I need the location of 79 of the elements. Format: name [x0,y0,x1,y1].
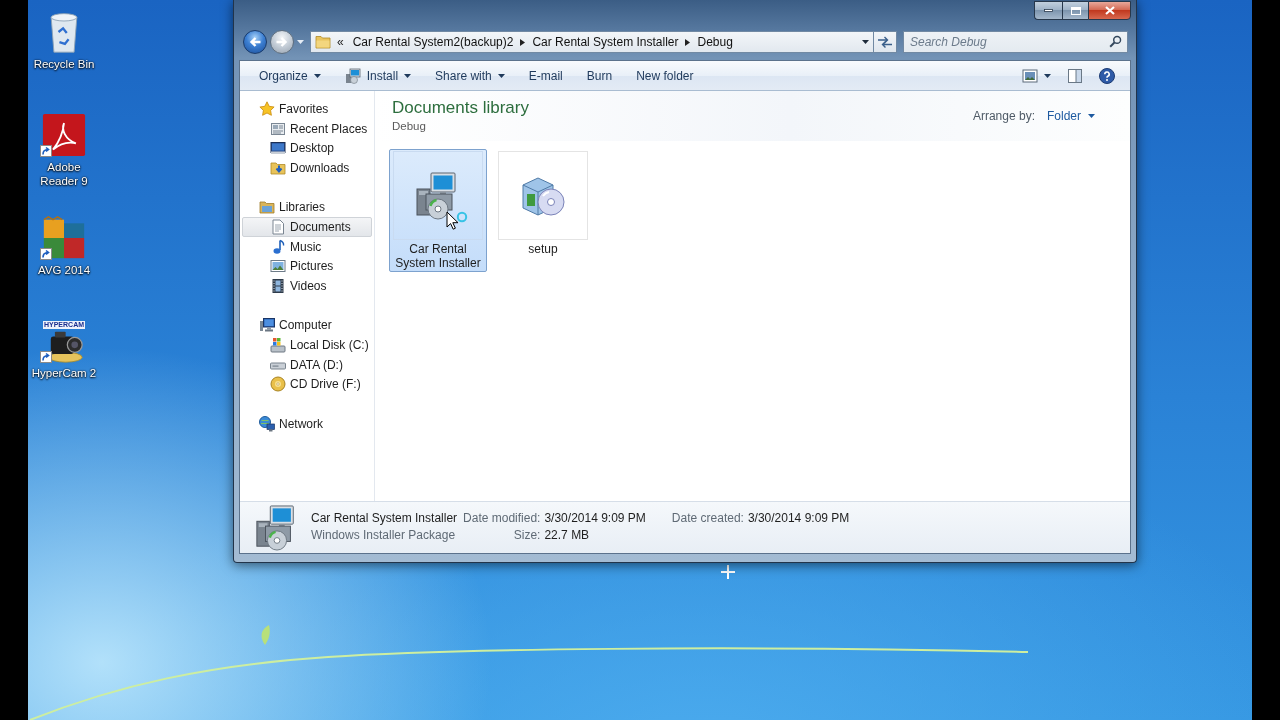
download-folder-icon [270,159,286,176]
search-icon[interactable] [1109,35,1122,48]
library-path: Debug [392,119,427,134]
detail-value: 3/30/2014 9:09 PM [544,510,646,525]
file-name: Car Rental System Installer [311,510,458,525]
file-type: Windows Installer Package [311,527,457,542]
folder-icon [315,34,331,50]
monitor-icon [270,140,286,157]
desktop-shortcut[interactable]: AVG 2014 [29,212,99,277]
breadcrumb-segment[interactable]: Car Rental System Installer [527,32,684,52]
nav-item[interactable]: CD Drive (F:) [242,374,372,395]
toolbar-button[interactable]: Organize [250,64,330,87]
nav-item[interactable]: Network [242,414,372,434]
forward-button[interactable] [270,30,294,54]
library-folder-icon [259,199,275,216]
toolbar-button[interactable]: New folder [627,64,703,87]
close-icon [1104,6,1115,15]
detail-value: 22.7 MB [544,527,591,542]
picture-view-icon [1022,67,1038,84]
nav-item[interactable]: Pictures [242,256,372,277]
nav-item[interactable]: Favorites [242,99,372,119]
computer-icon [259,317,275,334]
mouse-pointer-icon [446,211,468,231]
breadcrumb-arrow-icon[interactable] [685,38,691,46]
nav-item[interactable]: Music [242,236,372,257]
arrange-dropdown[interactable]: Folder [1047,109,1095,123]
minimize-button[interactable] [1034,1,1062,20]
desktop-shortcut[interactable]: Adobe Reader 9 [29,109,99,188]
library-title: Documents library [392,98,529,118]
breadcrumb-segment[interactable]: Car Rental System2(backup)2 [347,32,519,52]
nav-item[interactable]: Downloads [242,158,372,178]
help-icon [1099,67,1115,84]
document-icon [270,218,286,235]
minimize-icon [1044,9,1053,12]
breadcrumb-arrow-icon[interactable] [520,38,526,46]
detail-label: Date modified: [463,510,541,525]
disc-icon [270,376,286,393]
nav-item[interactable]: Documents [242,217,372,237]
nav-item[interactable]: Computer [242,315,372,336]
maximize-button[interactable] [1062,1,1088,20]
toolbar-button[interactable]: Burn [577,64,622,87]
breadcrumb-overflow[interactable]: « [337,35,344,49]
nav-item[interactable]: Libraries [242,197,372,218]
list-window-icon [270,120,286,137]
star-icon [259,100,275,117]
toolbar-button[interactable]: Share with [426,64,514,87]
file-item[interactable]: Car Rental System Installer [389,149,487,272]
pane-icon [1067,67,1083,84]
nav-item[interactable]: Videos [242,276,372,296]
breadcrumb-segment[interactable]: Debug [692,32,738,52]
caret-icon[interactable] [861,40,869,44]
back-button[interactable] [243,30,267,54]
nav-item[interactable]: DATA (D:) [242,354,372,375]
detail-value: 3/30/2014 9:09 PM [747,510,850,525]
caret-icon [1044,73,1051,78]
desktop-shortcut[interactable]: Recycle Bin [29,6,99,71]
refresh-icon [877,35,893,49]
address-bar[interactable]: « Car Rental System2(backup)2 Car Rental System Installer Debug [310,31,873,53]
windows-drive-icon [270,337,286,354]
arrange-label: Arrange by: [972,109,1035,123]
four-squares-icon [42,216,86,260]
nav-item[interactable]: Recent Places [242,118,372,139]
close-button[interactable] [1088,1,1131,20]
detail-label: Size: [513,527,541,542]
globe-monitor-icon [259,415,275,432]
toolbar-button[interactable]: Install [335,64,421,87]
left-arrow-icon [248,35,262,49]
film-strip-icon [270,278,286,295]
nav-item[interactable]: Local Disk (C:) [242,335,372,355]
swirl-logo-icon [42,113,86,157]
search-field[interactable]: Search Debug [903,31,1128,53]
toolbar-button[interactable]: E-mail [519,64,572,87]
caret-icon [1088,114,1095,118]
refresh-button[interactable] [873,31,897,53]
nav-item[interactable]: Desktop [242,138,372,159]
maximize-icon [1070,6,1081,15]
right-arrow-icon [275,35,289,49]
detail-label: Date created: [671,510,744,525]
picture-icon [270,258,286,275]
